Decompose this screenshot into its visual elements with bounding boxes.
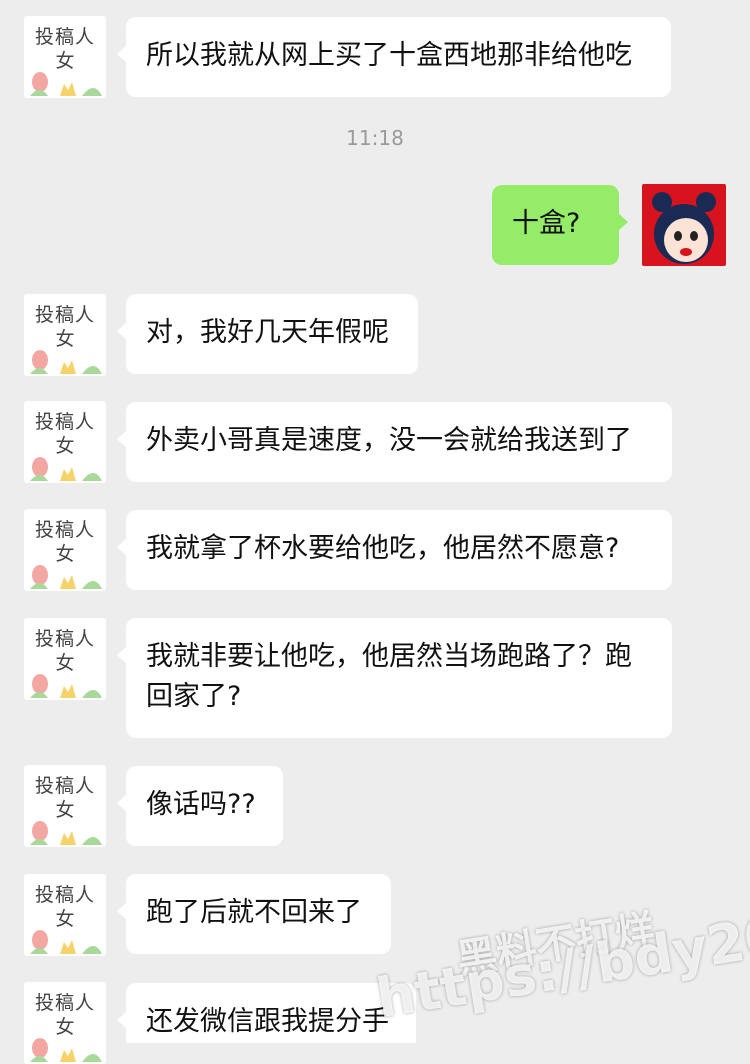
contact-avatar[interactable]: 投稿人 女 bbox=[24, 401, 106, 483]
contact-avatar[interactable]: 投稿人 女 bbox=[24, 874, 106, 956]
avatar-text: 投稿人 bbox=[34, 411, 95, 433]
tulip-icon bbox=[30, 674, 102, 698]
contact-avatar[interactable]: 投稿人 女 bbox=[24, 982, 106, 1064]
tulip-icon bbox=[30, 457, 102, 481]
my-message-bubble[interactable]: 十盒? bbox=[492, 185, 628, 265]
message-bubble[interactable]: 跑了后就不回来了 bbox=[117, 874, 391, 954]
message-bubble[interactable]: 还发微信跟我提分手 bbox=[117, 983, 416, 1043]
contact-avatar[interactable]: 投稿人 女 bbox=[24, 765, 106, 847]
avatar-text: 投稿人 bbox=[34, 519, 95, 541]
message-bubble[interactable]: 所以我就从网上买了十盒西地那非给他吃 bbox=[117, 17, 671, 97]
avatar-text: 投稿人 bbox=[34, 775, 95, 797]
contact-avatar[interactable]: 投稿人 女 bbox=[24, 16, 106, 98]
avatar-text: 投稿人 bbox=[34, 992, 95, 1014]
tulip-icon bbox=[30, 930, 102, 954]
avatar-text: 投稿人 bbox=[34, 304, 95, 326]
message-bubble[interactable]: 外卖小哥真是速度，没一会就给我送到了 bbox=[117, 402, 672, 482]
contact-avatar[interactable]: 投稿人 女 bbox=[24, 618, 106, 700]
message-bubble[interactable]: 我就非要让他吃，他居然当场跑路了？跑回家了? bbox=[117, 618, 672, 738]
tulip-icon bbox=[30, 1038, 102, 1062]
tulip-icon bbox=[30, 565, 102, 589]
tulip-icon bbox=[30, 72, 102, 96]
avatar-text: 投稿人 bbox=[34, 628, 95, 650]
contact-avatar[interactable]: 投稿人 女 bbox=[24, 509, 106, 591]
contact-avatar[interactable]: 投稿人 女 bbox=[24, 294, 106, 376]
timestamp: 11:18 bbox=[346, 126, 404, 150]
message-bubble[interactable]: 对，我好几天年假呢 bbox=[117, 294, 418, 374]
tulip-icon bbox=[30, 350, 102, 374]
tulip-icon bbox=[30, 821, 102, 845]
cartoon-girl-icon bbox=[652, 192, 716, 264]
avatar-text: 投稿人 bbox=[34, 884, 95, 906]
my-avatar[interactable] bbox=[642, 184, 726, 266]
avatar-text: 投稿人 bbox=[34, 26, 95, 48]
message-bubble[interactable]: 我就拿了杯水要给他吃，他居然不愿意? bbox=[117, 510, 672, 590]
message-bubble[interactable]: 像话吗?? bbox=[117, 766, 283, 846]
